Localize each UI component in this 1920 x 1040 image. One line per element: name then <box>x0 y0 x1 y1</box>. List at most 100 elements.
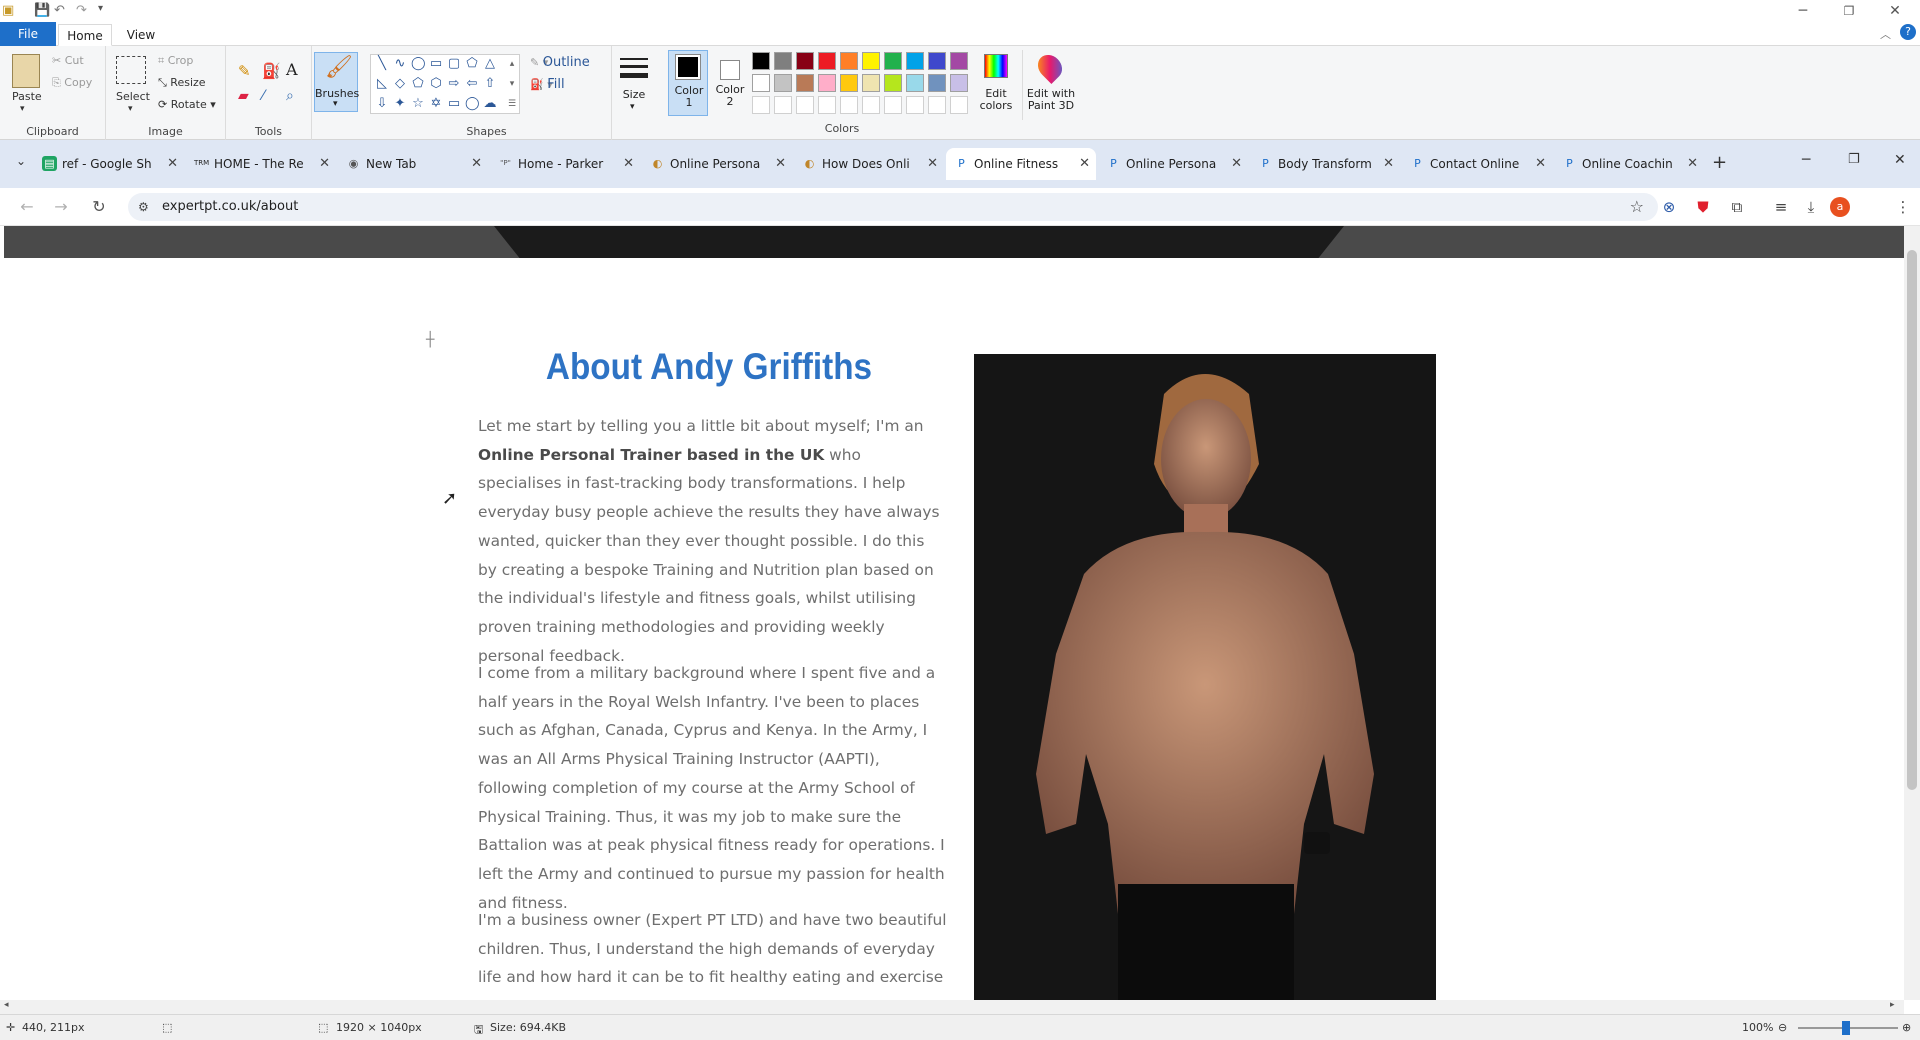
callout-rect-icon[interactable]: ▭ <box>447 97 461 111</box>
palette-swatch[interactable] <box>840 52 858 70</box>
hexagon-shape-icon[interactable]: ⬡ <box>429 77 443 91</box>
select-dropdown-icon[interactable]: ▾ <box>128 104 133 114</box>
page-vertical-scrollbar[interactable] <box>1904 226 1920 1000</box>
tab-close-icon[interactable]: ✕ <box>1687 148 1698 180</box>
browser-minimize-icon[interactable]: ─ <box>1802 152 1810 168</box>
tab-close-icon[interactable]: ✕ <box>1535 148 1546 180</box>
palette-swatch[interactable] <box>928 52 946 70</box>
tab-search-icon[interactable]: ⌄ <box>16 154 26 168</box>
tab-close-icon[interactable]: ✕ <box>471 148 482 180</box>
palette-swatch[interactable] <box>906 52 924 70</box>
browser-restore-icon[interactable]: ❐ <box>1848 152 1860 167</box>
browser-tab[interactable]: TRM HOME - The Re ✕ <box>186 148 336 180</box>
five-point-star-icon[interactable]: ☆ <box>411 97 425 111</box>
browser-tab[interactable]: ◐ How Does Onli ✕ <box>794 148 944 180</box>
palette-swatch[interactable] <box>950 96 968 114</box>
restore-icon[interactable]: ❐ <box>1826 0 1872 22</box>
tab-close-icon[interactable]: ✕ <box>1383 148 1394 180</box>
zoom-slider-thumb[interactable] <box>1842 1021 1850 1035</box>
zoom-out-icon[interactable]: ⊖ <box>1778 1021 1787 1034</box>
palette-swatch[interactable] <box>796 74 814 92</box>
browser-tab[interactable]: ◉ New Tab ✕ <box>338 148 488 180</box>
vertical-scroll-thumb[interactable] <box>1907 250 1917 790</box>
edit-colors-button[interactable]: Edit colors <box>976 50 1016 120</box>
eraser-icon[interactable]: ▰ <box>238 88 249 104</box>
palette-swatch[interactable] <box>774 74 792 92</box>
browser-menu-icon[interactable]: ⋮ <box>1892 196 1914 218</box>
back-icon[interactable]: ← <box>16 197 38 216</box>
tab-close-icon[interactable]: ✕ <box>1231 148 1242 180</box>
extension-ublock-icon[interactable]: ⛊ <box>1692 196 1714 218</box>
browser-tab[interactable]: P Online Coachin ✕ <box>1554 148 1704 180</box>
palette-swatch[interactable] <box>752 96 770 114</box>
shapes-scroll-up-icon[interactable]: ▴ <box>505 57 519 71</box>
tab-close-icon[interactable]: ✕ <box>927 148 938 180</box>
rectangle-shape-icon[interactable]: ▭ <box>429 57 443 71</box>
palette-swatch[interactable] <box>752 52 770 70</box>
palette-swatch[interactable] <box>950 74 968 92</box>
crop-button[interactable]: ⌗ Crop <box>158 54 193 68</box>
tab-close-icon[interactable]: ✕ <box>167 148 178 180</box>
palette-swatch[interactable] <box>818 74 836 92</box>
palette-swatch[interactable] <box>928 96 946 114</box>
tab-close-icon[interactable]: ✕ <box>1079 148 1090 180</box>
edit-paint3d-button[interactable]: Edit with Paint 3D <box>1022 50 1078 120</box>
help-icon[interactable]: ? <box>1900 24 1916 40</box>
left-arrow-shape-icon[interactable]: ⇦ <box>465 77 479 91</box>
minimize-icon[interactable]: ─ <box>1780 0 1826 22</box>
view-tab[interactable]: View <box>116 24 166 46</box>
cut-button[interactable]: ✂ Cut <box>52 54 84 67</box>
paste-dropdown-icon[interactable]: ▾ <box>20 104 25 114</box>
bookmark-star-icon[interactable]: ☆ <box>1630 193 1644 221</box>
tab-close-icon[interactable]: ✕ <box>319 148 330 180</box>
shapes-scroll-down-icon[interactable]: ▾ <box>505 77 519 91</box>
palette-swatch[interactable] <box>818 52 836 70</box>
callout-oval-icon[interactable]: ◯ <box>465 97 480 111</box>
color1-button[interactable]: Color 1 <box>668 50 708 116</box>
browser-tab[interactable]: ▤ ref - Google Sh ✕ <box>34 148 184 180</box>
save-icon[interactable]: 💾 <box>34 3 50 18</box>
profile-avatar[interactable]: a <box>1830 197 1850 217</box>
redo-icon[interactable]: ↷ <box>76 3 87 18</box>
browser-tab[interactable]: "P" Home - Parker ✕ <box>490 148 640 180</box>
palette-swatch[interactable] <box>950 52 968 70</box>
browser-tab[interactable]: P Contact Online ✕ <box>1402 148 1552 180</box>
magnifier-icon[interactable]: ⌕ <box>286 88 294 104</box>
select-icon[interactable] <box>116 56 146 84</box>
media-control-icon[interactable]: ≡ <box>1770 196 1792 218</box>
down-arrow-shape-icon[interactable]: ⇩ <box>375 97 389 111</box>
address-bar[interactable]: ⚙ expertpt.co.uk/about ☆ <box>128 193 1658 221</box>
text-icon[interactable]: A <box>286 60 298 79</box>
copy-button[interactable]: ⎘ Copy <box>52 76 92 90</box>
customize-qa-icon[interactable]: ▾ <box>98 3 103 14</box>
up-arrow-shape-icon[interactable]: ⇧ <box>483 77 497 91</box>
browser-close-icon[interactable]: ✕ <box>1894 152 1906 168</box>
size-button[interactable]: Size ▾ <box>614 52 654 116</box>
new-tab-icon[interactable]: + <box>1712 152 1727 173</box>
palette-swatch[interactable] <box>774 52 792 70</box>
resize-button[interactable]: ⤡ Resize <box>158 76 206 90</box>
polygon-shape-icon[interactable]: ⬠ <box>465 57 479 71</box>
color-picker-icon[interactable]: ⁄ <box>262 88 264 104</box>
right-triangle-shape-icon[interactable]: ◺ <box>375 77 389 91</box>
fill-icon[interactable]: ⛽ <box>262 62 281 80</box>
diamond-shape-icon[interactable]: ◇ <box>393 77 407 91</box>
palette-swatch[interactable] <box>906 96 924 114</box>
palette-swatch[interactable] <box>818 96 836 114</box>
paste-button[interactable]: Paste <box>12 90 42 103</box>
palette-swatch[interactable] <box>862 52 880 70</box>
browser-tab[interactable]: P Online Fitness ✕ <box>946 148 1096 180</box>
scroll-right-icon[interactable]: ▸ <box>1890 1000 1895 1010</box>
undo-icon[interactable]: ↶ <box>54 3 65 18</box>
browser-tab[interactable]: P Body Transform ✕ <box>1250 148 1400 180</box>
close-icon[interactable]: ✕ <box>1872 0 1918 22</box>
shapes-more-icon[interactable]: ☰ <box>505 97 519 111</box>
forward-icon[interactable]: → <box>50 197 72 216</box>
pentagon-shape-icon[interactable]: ⬠ <box>411 77 425 91</box>
palette-swatch[interactable] <box>752 74 770 92</box>
browser-tab[interactable]: P Online Persona ✕ <box>1098 148 1248 180</box>
select-button[interactable]: Select <box>116 90 150 103</box>
zoom-in-icon[interactable]: ⊕ <box>1902 1021 1911 1034</box>
line-shape-icon[interactable]: ╲ <box>375 57 389 71</box>
file-menu-tab[interactable]: File <box>0 22 56 46</box>
